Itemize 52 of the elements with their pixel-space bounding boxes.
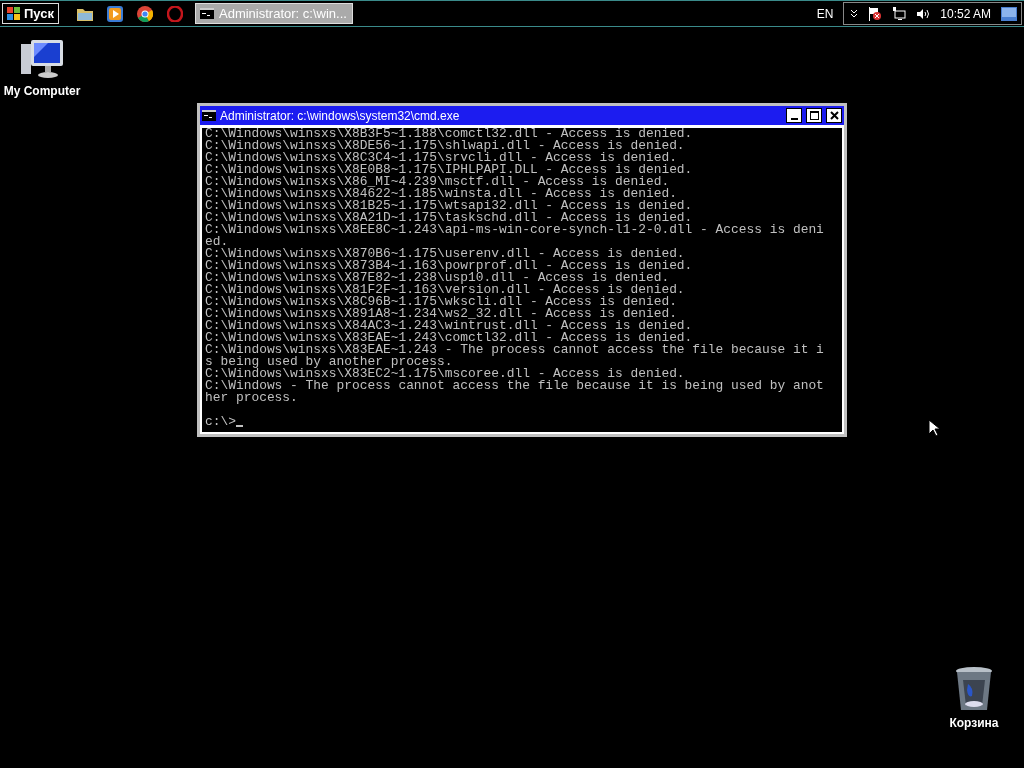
console-line: C:\Windows\winsxs\X84AC3~1.243\wintrust.dll - Access is denied. <box>205 320 694 332</box>
close-icon <box>829 111 839 120</box>
chrome-icon[interactable] <box>137 5 153 22</box>
console-line: C:\Windows\winsxs\X83EAE~1.243\comctl32.dll - Access is denied. <box>205 332 693 344</box>
console-line: C:\Windows\winsxs\X83EC2~1.175\mscoree.dll - Access is denied. <box>205 368 685 380</box>
language-indicator[interactable]: EN <box>816 6 834 21</box>
folder-icon[interactable] <box>77 6 93 21</box>
console-line: C:\Windows\winsxs\X8B3F5~1.188\comctl32.dll - Access is denied. <box>205 128 694 140</box>
command-prompt: c:\> <box>205 416 236 428</box>
console-icon <box>202 110 216 121</box>
console-line: ed. <box>205 236 229 248</box>
console-line: C:\Windows\winsxs\X891A8~1.234\ws2_32.dll - Access is denied. <box>205 308 677 320</box>
maximize-icon <box>809 111 819 120</box>
network-icon[interactable] <box>892 6 907 21</box>
desktop-icon-label[interactable]: Корзина <box>949 716 999 730</box>
start-button[interactable]: Пуск <box>2 3 59 24</box>
windows-logo-icon <box>7 7 21 20</box>
console-line: s being used by another process. <box>205 356 453 368</box>
console-line: C:\Windows\winsxs\X8C3C4~1.175\srvcli.dll - Access is denied. <box>205 152 677 164</box>
console-line: C:\Windows\winsxs\X8A21D~1.175\taskschd.dll - Access is denied. <box>205 212 694 224</box>
recycle-bin-icon[interactable] <box>955 666 993 712</box>
minimize-button[interactable] <box>786 108 802 123</box>
console-line: C:\Windows\winsxs\X86_MI~4.239\msctf.dll - Access is denied. <box>205 176 670 188</box>
console-line: C:\Windows\winsxs\X8C96B~1.175\wkscli.dll - Access is denied. <box>205 296 678 308</box>
computer-icon[interactable] <box>19 38 65 80</box>
console-line: C:\Windows\winsxs\X8E0B8~1.175\IPHLPAPI.DLL - Access is denied. <box>205 164 694 176</box>
close-button[interactable] <box>826 108 842 123</box>
console-line: C:\Windows\winsxs\X83EAE~1.243 - The process cannot access the file because it i <box>205 344 825 356</box>
window-title: Administrator: c:\windows\system32\cmd.exe <box>220 108 461 123</box>
console-line: C:\Windows - The process cannot access the file because it is being used by anot <box>205 380 825 392</box>
console-line: C:\Windows\winsxs\X8EE8C~1.243\api-ms-win-core-synch-l1-2-0.dll - Access is deni <box>205 224 825 236</box>
volume-icon[interactable] <box>916 7 931 20</box>
mouse-pointer-icon <box>928 419 940 437</box>
chevron-icon[interactable] <box>850 9 859 18</box>
flag-icon[interactable] <box>868 6 883 21</box>
console-line: C:\Windows\winsxs\X8DE56~1.175\shlwapi.dll - Access is denied. <box>205 140 686 152</box>
minimize-icon <box>790 117 798 120</box>
console-line: C:\Windows\winsxs\X81F2F~1.163\version.dll - Access is denied. <box>205 284 686 296</box>
media-player-icon[interactable] <box>107 5 123 22</box>
maximize-button[interactable] <box>806 108 822 123</box>
clock[interactable]: 10:52 AM <box>940 6 991 21</box>
console-line: C:\Windows\winsxs\X870B6~1.175\userenv.dll - Access is denied. <box>205 248 685 260</box>
console-icon <box>200 8 214 19</box>
show-desktop-icon[interactable] <box>1001 6 1017 21</box>
console-line: C:\Windows\winsxs\X81B25~1.175\wtsapi32.dll - Access is denied. <box>205 200 694 212</box>
opera-icon[interactable] <box>167 5 183 22</box>
console-line: C:\Windows\winsxs\X873B4~1.163\powrprof.dll - Access is denied. <box>205 260 694 272</box>
console-line: C:\Windows\winsxs\X84622~1.185\winsta.dll - Access is denied. <box>205 188 677 200</box>
console-line: C:\Windows\winsxs\X87E82~1.238\usp10.dll - Access is denied. <box>205 272 670 284</box>
console-line: her process. <box>205 392 299 404</box>
text-cursor <box>235 425 243 427</box>
desktop-icon-label[interactable]: My Computer <box>3 84 81 98</box>
